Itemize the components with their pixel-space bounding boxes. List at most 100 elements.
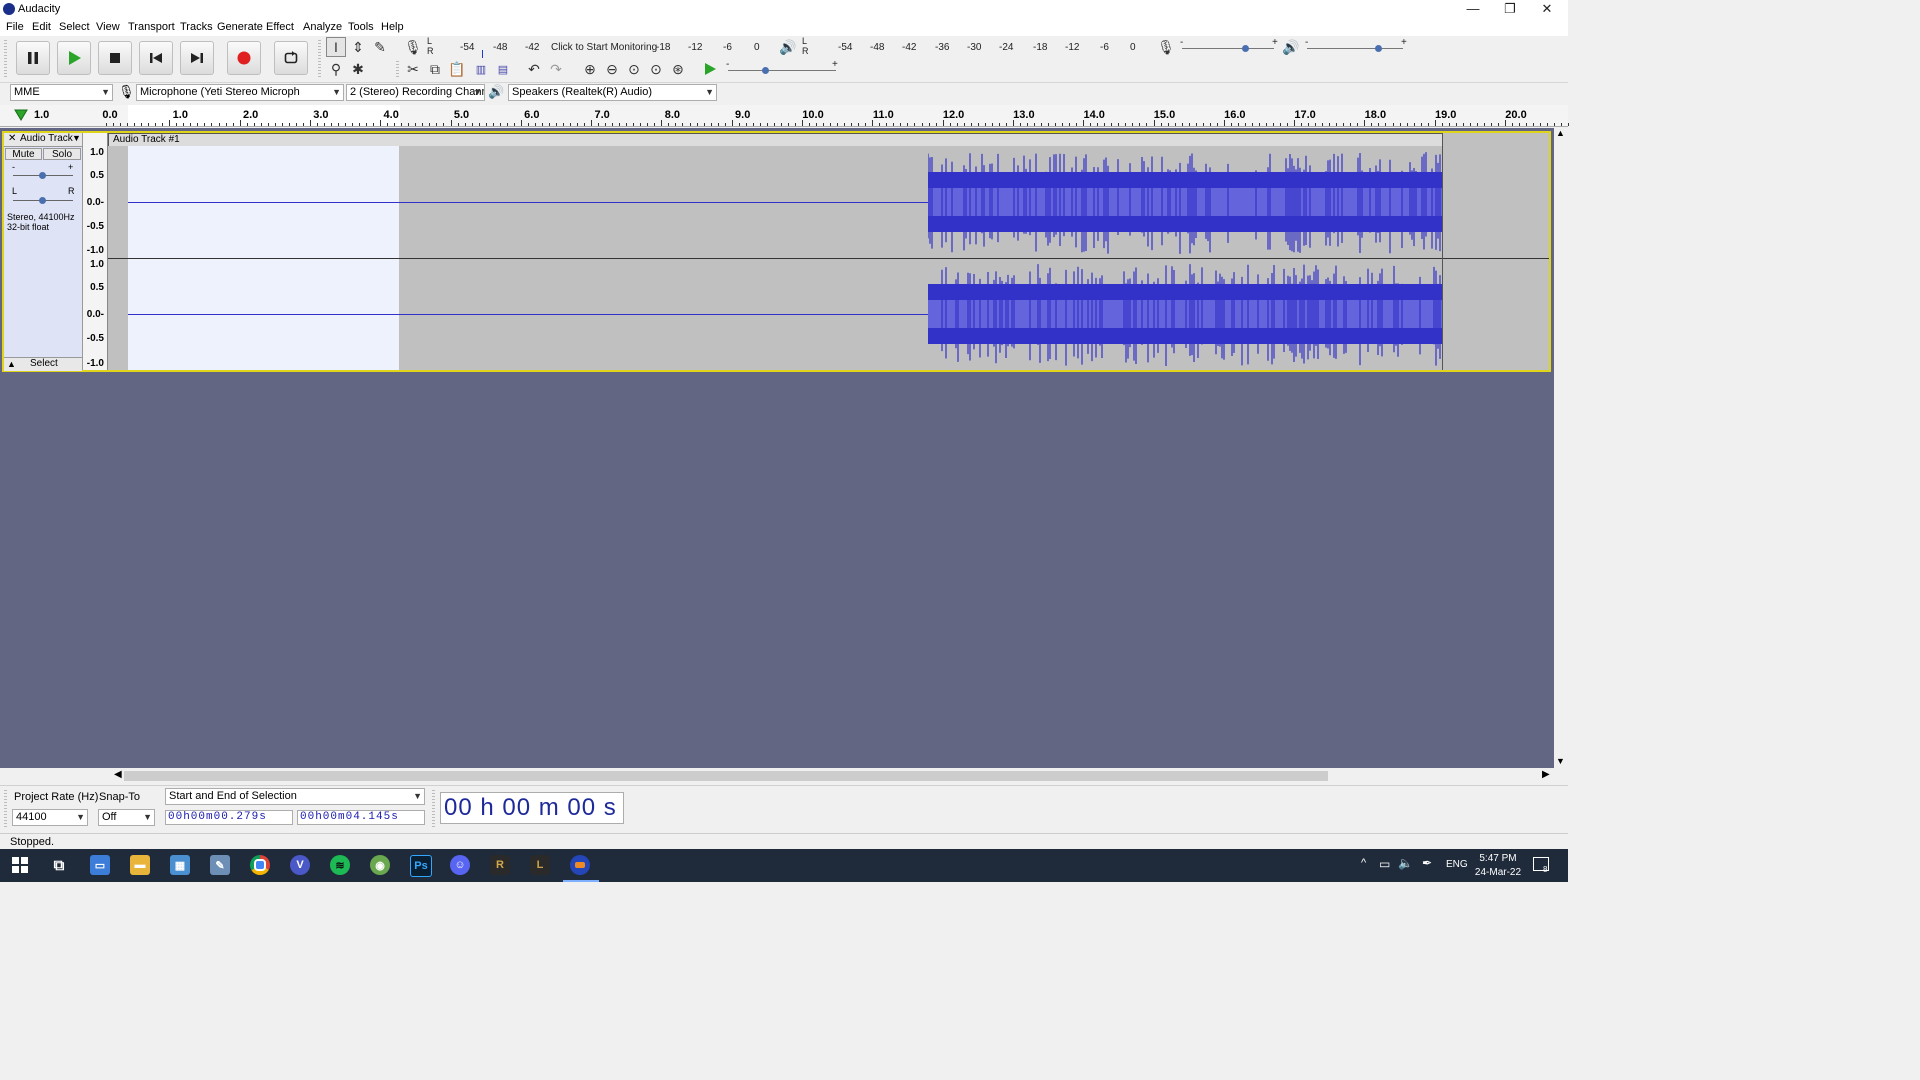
clip-header[interactable]: Audio Track #1 <box>108 133 1443 146</box>
menu-tracks[interactable]: Tracks <box>180 21 213 33</box>
trim-button[interactable]: ▥ <box>471 59 491 79</box>
calculator-icon[interactable]: ▦ <box>170 855 190 875</box>
audio-position-display[interactable]: 00 h 00 m 00 s <box>440 792 624 824</box>
scroll-right-icon[interactable]: ▶ <box>1542 769 1550 780</box>
scroll-thumb[interactable] <box>124 771 1328 781</box>
play-meter-button[interactable]: 🔊 <box>778 37 798 57</box>
menu-transport[interactable]: Transport <box>128 21 175 33</box>
menu-view[interactable]: View <box>96 21 120 33</box>
task-view-icon[interactable]: ⧉ <box>49 855 69 875</box>
slider-thumb[interactable] <box>761 67 769 74</box>
snap-to-select[interactable]: Off ▼ <box>98 809 155 826</box>
menu-select[interactable]: Select <box>59 21 90 33</box>
toolbar-grip[interactable] <box>4 40 7 78</box>
riot-icon[interactable]: R <box>490 855 510 875</box>
zoom-toggle-button[interactable]: ⊛ <box>668 59 688 79</box>
restore-button[interactable]: ❐ <box>1492 0 1528 19</box>
play-speed-slider[interactable]: - + <box>726 59 838 78</box>
menu-tools[interactable]: Tools <box>348 21 374 33</box>
slider-thumb[interactable] <box>1242 45 1250 52</box>
menu-help[interactable]: Help <box>381 21 404 33</box>
skip-to-start-button[interactable] <box>139 41 173 75</box>
chevron-up-icon[interactable]: ^ <box>1361 857 1366 869</box>
close-window-button[interactable]: ✕ <box>1529 0 1565 19</box>
selection-mode-select[interactable]: Start and End of Selection ▼ <box>165 788 425 805</box>
multi-tool-button[interactable]: ✱ <box>348 59 368 79</box>
discord-icon[interactable]: ☺ <box>450 855 470 875</box>
gain-slider-thumb[interactable] <box>39 172 46 179</box>
toolbar-grip[interactable] <box>432 790 435 828</box>
league-icon[interactable]: L <box>530 855 550 875</box>
pan-slider-thumb[interactable] <box>39 197 46 204</box>
redo-button[interactable]: ↷ <box>546 59 566 79</box>
silence-button[interactable]: ▤ <box>493 59 513 79</box>
chrome-icon[interactable] <box>250 855 270 875</box>
cut-button[interactable]: ✂ <box>403 59 423 79</box>
record-volume-slider[interactable]: - + <box>1180 37 1278 56</box>
language-indicator[interactable]: ENG <box>1446 859 1468 870</box>
clock[interactable]: 5:47 PM 24-Mar-22 <box>1474 852 1522 880</box>
selection-start-time[interactable]: 00h00m00.279s <box>165 810 293 825</box>
draw-tool-button[interactable]: ✎ <box>370 37 390 57</box>
chevron-down-icon[interactable]: ▼ <box>72 133 81 143</box>
solo-button[interactable]: Solo <box>43 148 81 160</box>
scroll-up-icon[interactable]: ▲ <box>1556 128 1565 138</box>
horizontal-scrollbar[interactable]: ◀ ▶ <box>110 769 1554 783</box>
mute-button[interactable]: Mute <box>5 148 42 160</box>
envelope-tool-button[interactable]: ⇕ <box>348 37 368 57</box>
volume-icon[interactable]: 🔈 <box>1398 856 1413 870</box>
menu-effect[interactable]: Effect <box>266 21 294 33</box>
track-close-button[interactable]: ✕ <box>8 133 16 144</box>
scroll-left-icon[interactable]: ◀ <box>114 769 122 780</box>
vertical-scrollbar[interactable]: ▲ ▼ <box>1554 128 1568 768</box>
windows-start-icon[interactable] <box>10 855 30 875</box>
spotify-icon[interactable]: ≋ <box>330 855 350 875</box>
stop-button[interactable] <box>98 41 132 75</box>
paint-icon[interactable]: ✎ <box>210 855 230 875</box>
timeline-ruler[interactable]: 1.0 0.0 1.0 2.0 3.0 4.0 5.0 6.0 7.0 8.0 9.0 10.0 11… <box>0 105 1570 127</box>
menu-file[interactable]: File <box>6 21 24 33</box>
vpn-icon[interactable]: V <box>290 855 310 875</box>
toolbar-grip[interactable] <box>396 61 399 79</box>
zoom-tool-button[interactable]: ⚲ <box>326 59 346 79</box>
record-meter[interactable]: -54 -48 -42 Click to Start Monitoring -1… <box>436 38 768 58</box>
monitoring-prompt[interactable]: Click to Start Monitoring <box>551 42 657 53</box>
selection-end-time[interactable]: 00h00m04.145s <box>297 810 425 825</box>
loop-button[interactable] <box>274 41 308 75</box>
photoshop-icon[interactable]: Ps <box>410 855 432 877</box>
zoom-in-button[interactable]: ⊕ <box>580 59 600 79</box>
toolbar-grip[interactable] <box>4 790 7 828</box>
menu-analyze[interactable]: Analyze <box>303 21 342 33</box>
play-meter[interactable]: -54 -48 -42 -36 -30 -24 -18 -12 -6 0 <box>812 38 1140 56</box>
waveform-area[interactable]: Audio Track #1 <box>108 133 1549 370</box>
minimize-button[interactable]: — <box>1455 0 1491 19</box>
paste-button[interactable]: 📋 <box>447 59 467 79</box>
recording-channels-select[interactable]: 2 (Stereo) Recording Chann ▼ <box>346 84 485 101</box>
app-icon[interactable]: ◉ <box>370 855 390 875</box>
zoom-out-button[interactable]: ⊖ <box>602 59 622 79</box>
play-button[interactable] <box>57 41 91 75</box>
app-icon[interactable]: ▭ <box>90 855 110 875</box>
playback-volume-slider[interactable]: - + <box>1305 37 1407 56</box>
vertical-ruler[interactable]: 1.0 0.5 0.0- -0.5 -1.0 1.0 0.5 0.0- -0.5… <box>83 133 108 370</box>
track-menu-button[interactable]: Audio Track <box>20 133 73 144</box>
recording-device-select[interactable]: Microphone (Yeti Stereo Microph ▼ <box>136 84 344 101</box>
undo-button[interactable]: ↶ <box>524 59 544 79</box>
file-explorer-icon[interactable]: ▬ <box>130 855 150 875</box>
pause-button[interactable] <box>16 41 50 75</box>
record-button[interactable] <box>227 41 261 75</box>
select-track-button[interactable]: Select <box>30 358 58 369</box>
audacity-taskbar-icon[interactable] <box>570 855 590 875</box>
copy-button[interactable]: ⧉ <box>425 59 445 79</box>
menu-generate[interactable]: Generate <box>217 21 263 33</box>
audio-host-select[interactable]: MME ▼ <box>10 84 113 101</box>
scroll-down-icon[interactable]: ▼ <box>1556 756 1565 766</box>
collapse-icon[interactable]: ▲ <box>7 359 16 369</box>
toolbar-grip[interactable] <box>318 40 321 78</box>
fit-project-button[interactable]: ⊙ <box>646 59 666 79</box>
playback-device-select[interactable]: Speakers (Realtek(R) Audio) ▼ <box>508 84 717 101</box>
record-meter-button[interactable]: 🎙 <box>403 37 423 57</box>
play-at-speed-button[interactable] <box>700 59 720 79</box>
fit-selection-button[interactable]: ⊙ <box>624 59 644 79</box>
skip-to-end-button[interactable] <box>180 41 214 75</box>
